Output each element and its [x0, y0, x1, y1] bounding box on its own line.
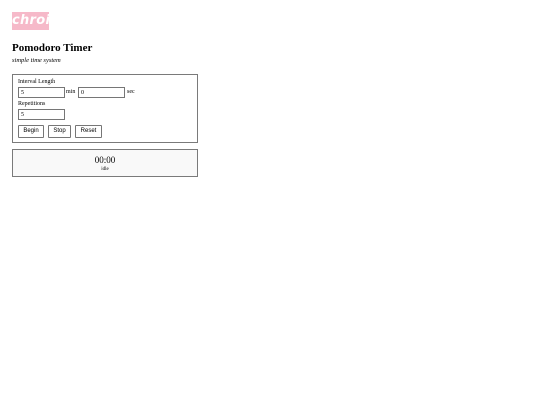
- seconds-input[interactable]: [78, 87, 125, 98]
- settings-panel: Interval Length min sec Repetitions Begi…: [12, 74, 198, 143]
- page-title: Pomodoro Timer: [12, 42, 93, 54]
- minutes-input[interactable]: [18, 87, 65, 98]
- repetitions-input[interactable]: [18, 109, 65, 120]
- chroi-logo[interactable]: chroi: [12, 12, 50, 30]
- begin-button[interactable]: Begin: [18, 125, 44, 138]
- timer-time: 00:00: [94, 155, 116, 165]
- timer-status: idle: [101, 167, 109, 172]
- seconds-unit-label: sec: [127, 89, 135, 95]
- page: chroi Pomodoro Timer simple time system …: [0, 0, 540, 405]
- interval-length-label: Interval Length: [18, 79, 56, 85]
- reset-button[interactable]: Reset: [75, 125, 102, 138]
- timer-display: 00:00 idle: [12, 149, 198, 177]
- minutes-unit-label: min: [66, 89, 76, 95]
- repetitions-label: Repetitions: [18, 101, 46, 107]
- page-subtitle: simple time system: [12, 57, 61, 64]
- stop-button[interactable]: Stop: [48, 125, 71, 138]
